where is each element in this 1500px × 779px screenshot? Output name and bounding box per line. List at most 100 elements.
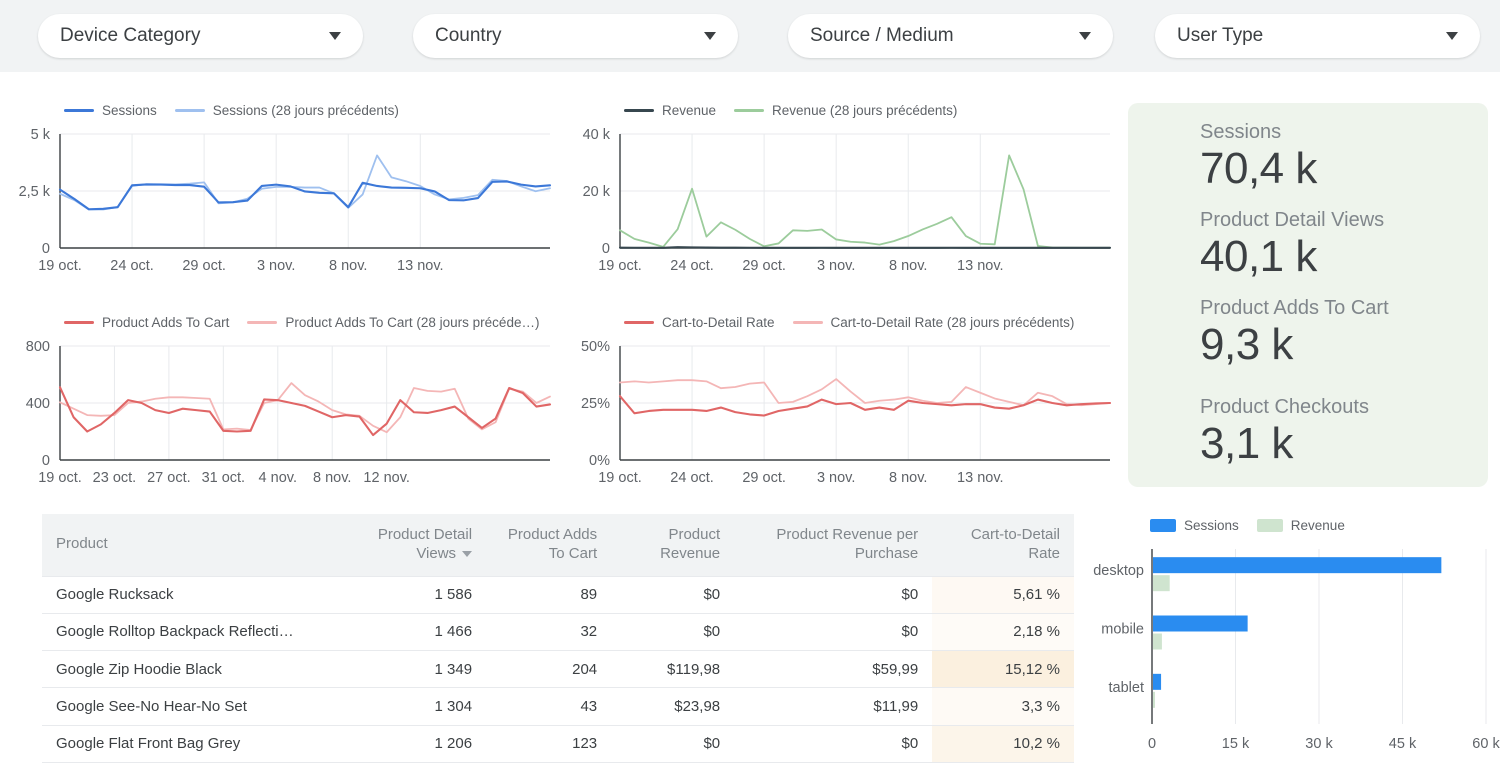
column-header-label: Product [56, 535, 108, 552]
product-performance-table[interactable]: Product Product Detail Views Product Add… [42, 514, 1074, 763]
cell-product-revenue: $119,98 [611, 651, 734, 688]
svg-text:27 oct.: 27 oct. [147, 470, 191, 486]
svg-text:13 nov.: 13 nov. [957, 470, 1004, 486]
legend-item-ctd-current: Cart-to-Detail Rate [624, 315, 775, 330]
chart-card-cart-to-detail-rate[interactable]: Cart-to-Detail Rate Cart-to-Detail Rate … [560, 310, 1120, 495]
chevron-down-icon [329, 32, 341, 40]
chevron-down-icon [1446, 32, 1458, 40]
cell-product-revenue: $0 [611, 725, 734, 762]
svg-text:0%: 0% [589, 453, 610, 469]
svg-text:30 k: 30 k [1305, 736, 1333, 752]
svg-text:25%: 25% [581, 396, 610, 412]
svg-text:15 k: 15 k [1222, 736, 1250, 752]
svg-text:0: 0 [602, 241, 610, 257]
legend-adds-to-cart: Product Adds To Cart Product Adds To Car… [64, 315, 539, 330]
chart-card-sessions[interactable]: Sessions Sessions (28 jours précédents) … [0, 98, 560, 283]
filter-country[interactable]: Country [413, 14, 738, 58]
legend-label: Sessions [1184, 518, 1239, 533]
cell-product-detail-views: 1 466 [353, 613, 486, 650]
cell-product-revenue-per-purchase: $0 [734, 725, 932, 762]
column-header-label: Product Revenue per Purchase [776, 526, 918, 562]
svg-text:60 k: 60 k [1472, 736, 1500, 752]
svg-text:19 oct.: 19 oct. [598, 470, 642, 486]
legend-swatch-line [247, 321, 277, 324]
svg-text:24 oct.: 24 oct. [670, 258, 714, 274]
scorecard-label: Product Checkouts [1200, 395, 1369, 419]
filter-device-category[interactable]: Device Category [38, 14, 363, 58]
column-header-product[interactable]: Product [42, 514, 353, 576]
legend-swatch-line [734, 109, 764, 112]
chart-card-device-breakdown[interactable]: Sessions Revenue 015 k30 k45 k60 kdeskto… [1100, 508, 1500, 758]
chart-card-product-adds-to-cart[interactable]: Product Adds To Cart Product Adds To Car… [0, 310, 560, 495]
legend-item-sessions-previous: Sessions (28 jours précédents) [175, 103, 399, 118]
cell-product: Google Zip Hoodie Black [42, 651, 353, 688]
legend-device-breakdown: Sessions Revenue [1150, 518, 1345, 533]
legend-label: Sessions [102, 103, 157, 118]
scorecard-item-product-checkouts[interactable]: Product Checkouts 3,1 k [1200, 395, 1369, 470]
table-row[interactable]: Google Rolltop Backpack Reflecti…1 46632… [42, 613, 1074, 650]
table-row[interactable]: Google Flat Front Bag Grey1 206123$0$010… [42, 725, 1074, 762]
svg-text:0: 0 [42, 241, 50, 257]
column-header-label: Product Adds To Cart [508, 526, 597, 562]
chart-card-revenue[interactable]: Revenue Revenue (28 jours précédents) 0 2… [560, 98, 1120, 283]
filter-source-medium-label: Source / Medium [810, 25, 954, 47]
cell-product-adds-to-cart: 123 [486, 725, 611, 762]
scorecard-item-sessions[interactable]: Sessions 70,4 k [1200, 120, 1317, 195]
column-header-product-adds-to-cart[interactable]: Product Adds To Cart [486, 514, 611, 576]
column-header-cart-to-detail-rate[interactable]: Cart-to-Detail Rate [932, 514, 1074, 576]
cell-product-revenue: $0 [611, 613, 734, 650]
legend-item-revenue: Revenue [1257, 518, 1345, 533]
plot-sessions: 02,5 k5 k19 oct.24 oct.29 oct.3 nov.8 no… [0, 126, 560, 281]
svg-text:desktop: desktop [1093, 563, 1144, 579]
cell-product-detail-views: 1 206 [353, 725, 486, 762]
svg-text:0: 0 [1148, 736, 1156, 752]
svg-text:800: 800 [26, 339, 50, 355]
plot-revenue: 020 k40 k19 oct.24 oct.29 oct.3 nov.8 no… [560, 126, 1120, 281]
filter-source-medium[interactable]: Source / Medium [788, 14, 1113, 58]
svg-text:19 oct.: 19 oct. [598, 258, 642, 274]
svg-text:2,5 k: 2,5 k [19, 184, 51, 200]
legend-swatch-line [175, 109, 205, 112]
legend-label: Sessions (28 jours précédents) [213, 103, 399, 118]
legend-label: Revenue [1291, 518, 1345, 533]
cell-product-detail-views: 1 586 [353, 576, 486, 613]
legend-item-adds-current: Product Adds To Cart [64, 315, 229, 330]
svg-text:24 oct.: 24 oct. [670, 470, 714, 486]
scorecard-item-product-adds-to-cart[interactable]: Product Adds To Cart 9,3 k [1200, 296, 1389, 371]
column-header-product-revenue[interactable]: Product Revenue [611, 514, 734, 576]
svg-text:tablet: tablet [1109, 680, 1144, 696]
table-row[interactable]: Google Rucksack1 58689$0$05,61 % [42, 576, 1074, 613]
cell-product-revenue: $23,98 [611, 688, 734, 725]
scorecard-item-product-detail-views[interactable]: Product Detail Views 40,1 k [1200, 208, 1384, 283]
legend-item-ctd-previous: Cart-to-Detail Rate (28 jours précédents… [793, 315, 1075, 330]
scorecard-value: 40,1 k [1200, 232, 1384, 283]
svg-text:45 k: 45 k [1389, 736, 1417, 752]
cell-product-adds-to-cart: 204 [486, 651, 611, 688]
legend-label: Cart-to-Detail Rate [662, 315, 775, 330]
scorecard-label: Product Detail Views [1200, 208, 1384, 232]
svg-text:12 nov.: 12 nov. [363, 470, 410, 486]
sort-descending-icon[interactable] [462, 551, 472, 557]
scorecard-label: Sessions [1200, 120, 1317, 144]
svg-text:50%: 50% [581, 339, 610, 355]
legend-swatch-box [1150, 519, 1176, 532]
cell-cart-to-detail-rate: 10,2 % [932, 725, 1074, 762]
table-row[interactable]: Google Zip Hoodie Black1 349204$119,98$5… [42, 651, 1074, 688]
table-header-row: Product Product Detail Views Product Add… [42, 514, 1074, 576]
cell-product-revenue-per-purchase: $59,99 [734, 651, 932, 688]
legend-label: Product Adds To Cart (28 jours précéde…) [285, 315, 539, 330]
filter-bar: Device Category Country Source / Medium … [0, 0, 1500, 72]
column-header-product-detail-views[interactable]: Product Detail Views [353, 514, 486, 576]
legend-label: Revenue [662, 103, 716, 118]
legend-label: Revenue (28 jours précédents) [772, 103, 957, 118]
cell-cart-to-detail-rate: 2,18 % [932, 613, 1074, 650]
legend-swatch-line [64, 321, 94, 324]
plot-device-breakdown: 015 k30 k45 k60 kdesktopmobiletablet [1100, 543, 1500, 758]
svg-text:29 oct.: 29 oct. [742, 258, 786, 274]
legend-swatch-line [624, 109, 654, 112]
cell-product-adds-to-cart: 43 [486, 688, 611, 725]
column-header-product-revenue-per-purchase[interactable]: Product Revenue per Purchase [734, 514, 932, 576]
svg-text:13 nov.: 13 nov. [397, 258, 444, 274]
filter-user-type[interactable]: User Type [1155, 14, 1480, 58]
table-row[interactable]: Google See-No Hear-No Set1 30443$23,98$1… [42, 688, 1074, 725]
